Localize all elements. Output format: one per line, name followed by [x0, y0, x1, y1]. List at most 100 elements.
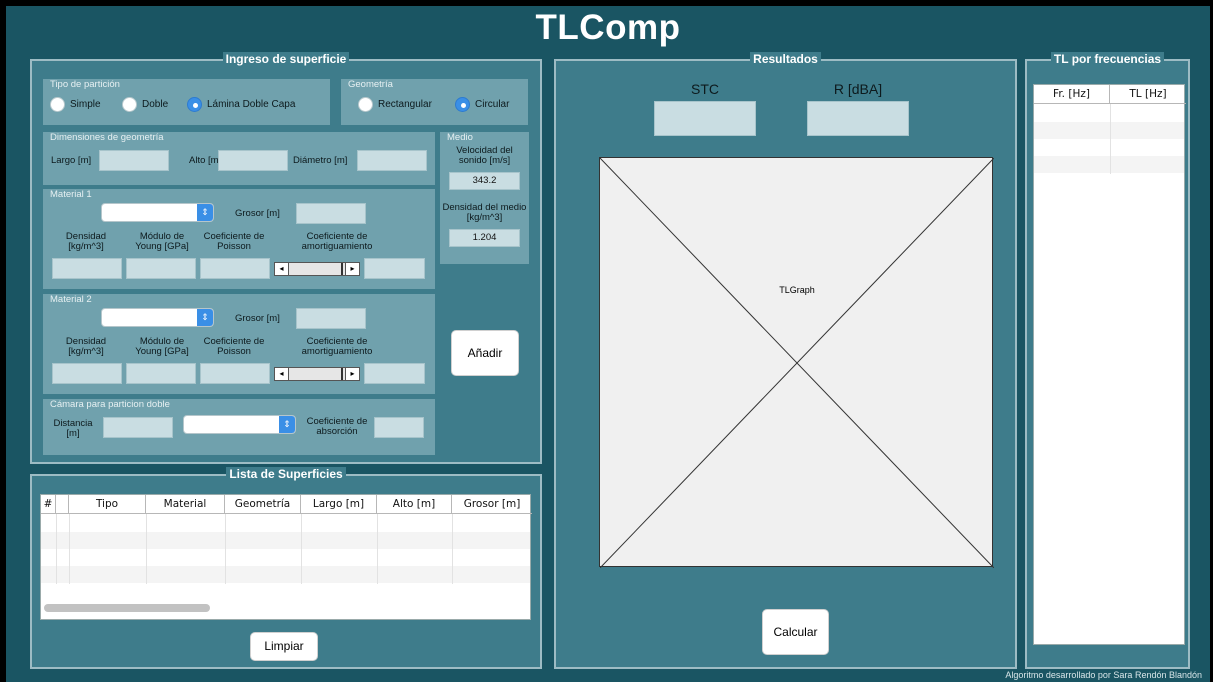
material2-group: Material 2 ⇕ Grosor [m] Densidad [kg/m^3…	[43, 294, 435, 394]
diametro-label: Diámetro [m]	[293, 155, 348, 166]
chevron-updown-icon: ⇕	[279, 416, 295, 433]
distancia-label: Distancia [m]	[53, 418, 93, 439]
radio-icon	[358, 97, 373, 112]
table-row[interactable]	[1034, 122, 1184, 139]
table-row[interactable]	[41, 532, 530, 549]
radio-circular[interactable]: Circular	[455, 97, 509, 112]
camara-label: Cámara para particion doble	[50, 399, 170, 410]
col-header-blank	[56, 495, 69, 514]
alto-input[interactable]	[218, 150, 288, 171]
col-header-grosor[interactable]: Grosor [m]	[452, 495, 532, 514]
velocidad-input[interactable]: 343.2	[449, 172, 520, 190]
table-row[interactable]	[1034, 105, 1184, 122]
radio-rectangular[interactable]: Rectangular	[358, 97, 432, 112]
table-row[interactable]	[41, 566, 530, 583]
table-row[interactable]	[1034, 156, 1184, 173]
material2-young-input[interactable]	[126, 363, 196, 384]
slider-thumb[interactable]	[341, 263, 343, 275]
arrow-right-icon[interactable]: ▸	[345, 368, 359, 380]
frecuencias-panel: TL por frecuencias Fr. [Hz] TL [Hz]	[1025, 52, 1190, 669]
horizontal-scrollbar[interactable]	[44, 604, 210, 612]
material2-young-label: Módulo de Young [GPa]	[135, 336, 189, 357]
material2-amort-label: Coeficiente de amortiguamiento	[301, 336, 373, 357]
material1-poisson-label: Coeficiente de Poisson	[203, 231, 265, 252]
chevron-updown-icon: ⇕	[197, 204, 213, 221]
table-row[interactable]	[41, 549, 530, 566]
col-header-alto[interactable]: Alto [m]	[377, 495, 452, 514]
ingreso-title: Ingreso de superficie	[222, 52, 350, 66]
material2-amort-slider[interactable]: ◂ ▸	[274, 367, 360, 381]
arrow-right-icon[interactable]: ▸	[345, 263, 359, 275]
col-header-num[interactable]: #	[41, 495, 56, 514]
tl-graph: TLGraph	[599, 157, 994, 568]
col-header-tl[interactable]: TL [Hz]	[1110, 85, 1186, 104]
camara-select[interactable]: ⇕	[183, 415, 296, 434]
diametro-input[interactable]	[357, 150, 427, 171]
distancia-input[interactable]	[103, 417, 173, 438]
radio-lamina-doble-capa[interactable]: Lámina Doble Capa	[187, 97, 295, 112]
material2-poisson-input[interactable]	[200, 363, 270, 384]
col-header-largo[interactable]: Largo [m]	[301, 495, 377, 514]
material1-densidad-input[interactable]	[52, 258, 122, 279]
medio-group: Medio Velocidad del sonido [m/s] 343.2 D…	[440, 132, 529, 264]
frecuencias-table[interactable]: Fr. [Hz] TL [Hz]	[1033, 84, 1186, 645]
radio-selected-icon	[455, 97, 470, 112]
graph-placeholder-cross	[600, 158, 994, 568]
absorcion-input[interactable]	[374, 417, 424, 438]
material2-label: Material 2	[50, 294, 92, 305]
arrow-left-icon[interactable]: ◂	[275, 368, 289, 380]
densidad-medio-input[interactable]: 1.204	[449, 229, 520, 247]
col-header-tipo[interactable]: Tipo	[69, 495, 146, 514]
geometria-group: Geometría Rectangular Circular	[341, 79, 528, 125]
material1-select[interactable]: ⇕	[101, 203, 214, 222]
largo-input[interactable]	[99, 150, 169, 171]
material1-grosor-label: Grosor [m]	[235, 208, 280, 219]
radio-simple[interactable]: Simple	[50, 97, 101, 112]
velocidad-label: Velocidad del sonido [m/s]	[456, 145, 513, 166]
resultados-title: Resultados	[750, 52, 821, 66]
app-window: TLComp Ingreso de superficie Tipo de par…	[6, 6, 1210, 682]
material1-amort-label: Coeficiente de amortiguamiento	[301, 231, 373, 252]
rdba-label: R [dBA]	[833, 81, 883, 97]
arrow-left-icon[interactable]: ◂	[275, 263, 289, 275]
col-header-material[interactable]: Material	[146, 495, 225, 514]
material1-amort-input[interactable]	[364, 258, 425, 279]
material2-amort-input[interactable]	[364, 363, 425, 384]
col-header-freq[interactable]: Fr. [Hz]	[1034, 85, 1110, 104]
ingreso-panel: Ingreso de superficie Tipo de partición …	[30, 52, 542, 464]
material1-grosor-input[interactable]	[296, 203, 366, 224]
material2-poisson-label: Coeficiente de Poisson	[203, 336, 265, 357]
material2-grosor-label: Grosor [m]	[235, 313, 280, 324]
radio-icon	[122, 97, 137, 112]
anadir-button[interactable]: Añadir	[452, 331, 518, 375]
rdba-output	[807, 101, 909, 136]
material2-densidad-input[interactable]	[52, 363, 122, 384]
radio-selected-icon	[187, 97, 202, 112]
superficies-table[interactable]: # Tipo Material Geometría Largo [m] Alto…	[40, 494, 532, 620]
slider-thumb[interactable]	[341, 368, 343, 380]
table-row[interactable]	[1034, 139, 1184, 156]
largo-label: Largo [m]	[51, 155, 92, 166]
densidad-medio-label: Densidad del medio [kg/m^3]	[442, 202, 527, 223]
material1-young-input[interactable]	[126, 258, 196, 279]
material1-densidad-label: Densidad [kg/m^3]	[65, 231, 107, 252]
dimensiones-group: Dimensiones de geometría Largo [m] Alto …	[43, 132, 435, 185]
absorcion-label: Coeficiente de absorción	[306, 416, 368, 437]
alto-label: Alto [m]	[189, 155, 222, 166]
material1-young-label: Módulo de Young [GPa]	[135, 231, 189, 252]
table-row[interactable]	[41, 515, 530, 532]
calcular-button[interactable]: Calcular	[763, 610, 828, 654]
chevron-updown-icon: ⇕	[197, 309, 213, 326]
dimensiones-label: Dimensiones de geometría	[50, 132, 164, 143]
material2-select[interactable]: ⇕	[101, 308, 214, 327]
limpiar-button[interactable]: Limpiar	[251, 633, 317, 660]
material1-amort-slider[interactable]: ◂ ▸	[274, 262, 360, 276]
material1-group: Material 1 ⇕ Grosor [m] Densidad [kg/m^3…	[43, 189, 435, 289]
radio-doble[interactable]: Doble	[122, 97, 168, 112]
material2-grosor-input[interactable]	[296, 308, 366, 329]
material2-densidad-label: Densidad [kg/m^3]	[65, 336, 107, 357]
frecuencias-title: TL por frecuencias	[1050, 52, 1165, 66]
col-header-geometria[interactable]: Geometría	[225, 495, 301, 514]
material1-poisson-input[interactable]	[200, 258, 270, 279]
geometria-label: Geometría	[348, 79, 393, 90]
